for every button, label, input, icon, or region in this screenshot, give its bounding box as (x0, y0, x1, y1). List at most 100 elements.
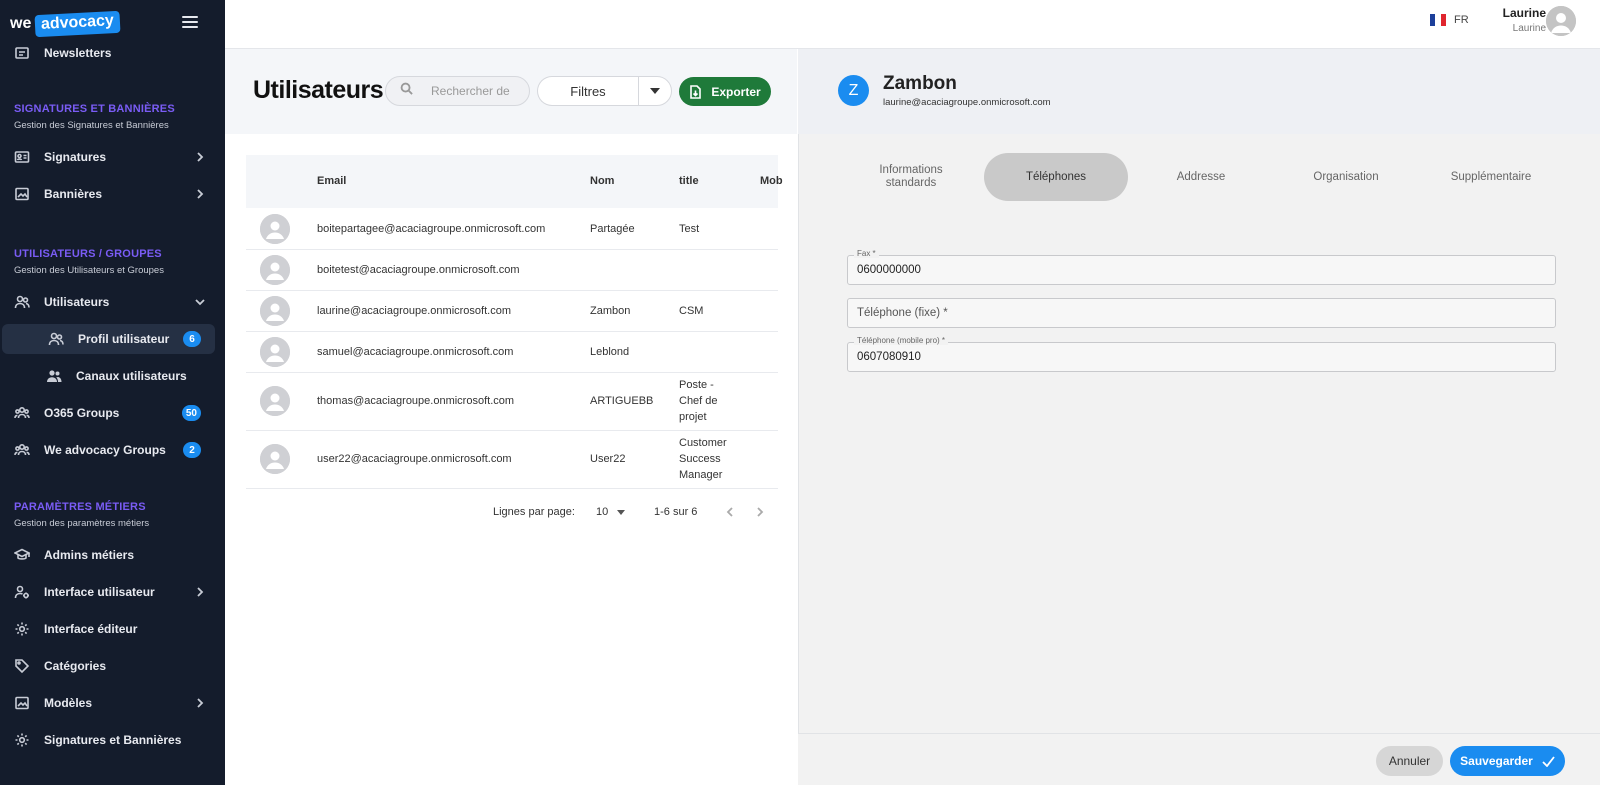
sidebar-item-bannieres[interactable]: Bannières (0, 179, 225, 209)
user-menu[interactable]: Laurine Laurine (1490, 6, 1546, 34)
sidebar-item-interface-editeur[interactable]: Interface éditeur (0, 614, 225, 644)
tab-supplementaire[interactable]: Supplémentaire (1419, 153, 1563, 201)
sidebar-item-admins-metiers[interactable]: Admins métiers (0, 540, 225, 570)
telephone-mobile-field[interactable]: Téléphone (mobile pro) * (847, 336, 1556, 372)
telephone-fixe-input[interactable] (857, 307, 1537, 319)
sidebar-item-label: Profil utilisateur (78, 332, 170, 346)
users-table: Email Nom title Mob boitepartagee@acacia… (246, 155, 783, 489)
tab-telephones[interactable]: Téléphones (984, 153, 1128, 201)
fax-field-label: Fax * (854, 249, 879, 258)
chevron-right-icon (195, 188, 205, 199)
row-email: user22@acaciagroupe.onmicrosoft.com (317, 453, 512, 465)
filters-dropdown-button[interactable] (638, 76, 672, 106)
count-badge: 50 (181, 405, 201, 421)
column-header-title[interactable]: title (679, 175, 699, 187)
table-row[interactable]: thomas@acaciagroupe.onmicrosoft.com ARTI… (246, 373, 778, 431)
row-email: laurine@acaciagroupe.onmicrosoft.com (317, 305, 511, 317)
telephone-fixe-field[interactable] (847, 298, 1556, 328)
row-avatar (260, 296, 290, 326)
user-name: Laurine (1502, 6, 1546, 20)
filters-button[interactable]: Filtres (537, 76, 638, 106)
row-avatar (260, 214, 290, 244)
export-button[interactable]: Exporter (679, 77, 771, 106)
sidebar-item-label: Modèles (44, 696, 93, 710)
tab-label: Informations standards (879, 164, 943, 189)
table-row[interactable]: laurine@acaciagroupe.onmicrosoft.com Zam… (246, 291, 778, 332)
row-nom: Zambon (590, 305, 631, 317)
column-header-nom[interactable]: Nom (590, 175, 614, 187)
row-title-line: Manager (679, 469, 723, 481)
caret-down-icon (650, 88, 660, 94)
search-input[interactable] (431, 84, 517, 98)
section-subtitle-parametres: Gestion des paramètres métiers (14, 518, 150, 529)
row-nom: User22 (590, 453, 626, 465)
row-avatar (260, 255, 290, 285)
template-icon (14, 695, 30, 711)
rows-per-page-value: 10 (596, 506, 609, 518)
next-page-icon[interactable] (754, 506, 766, 518)
table-row[interactable]: samuel@acaciagroupe.onmicrosoft.com Lebl… (246, 332, 778, 373)
telephone-mobile-input[interactable] (857, 351, 1537, 363)
user-avatar[interactable] (1546, 6, 1576, 36)
sidebar-item-label: Signatures et Bannières (44, 733, 182, 747)
section-subtitle-signatures: Gestion des Signatures et Bannières (14, 120, 169, 131)
row-email: boitetest@acaciagroupe.onmicrosoft.com (317, 264, 520, 276)
tab-informations-standards[interactable]: Informations standards (839, 153, 983, 201)
chevron-right-icon (195, 151, 205, 162)
logo-we-text: we (10, 15, 32, 32)
sidebar-item-utilisateurs[interactable]: Utilisateurs (0, 287, 225, 317)
sidebar-item-signatures[interactable]: Signatures (0, 142, 225, 172)
row-title: CSM (679, 305, 704, 317)
sidebar-item-categories[interactable]: Catégories (0, 651, 225, 681)
sidebar-item-weadvocacy-groups[interactable]: We advocacy Groups 2 (0, 435, 225, 465)
chevron-right-icon (195, 586, 205, 597)
newsletter-icon (14, 45, 30, 61)
pagination-range: 1-6 sur 6 (654, 506, 698, 518)
row-avatar (260, 337, 290, 367)
users-icon (48, 331, 64, 347)
search-box[interactable] (385, 76, 530, 106)
sidebar-item-signatures-bannieres[interactable]: Signatures et Bannières (0, 725, 225, 755)
export-label: Exporter (711, 84, 761, 99)
sidebar-item-canaux-utilisateurs[interactable]: Canaux utilisateurs (0, 361, 225, 391)
row-title-line: projet (679, 411, 707, 423)
groups-icon (14, 442, 30, 458)
sidebar-item-o365-groups[interactable]: O365 Groups 50 (0, 398, 225, 428)
tab-addresse[interactable]: Addresse (1129, 153, 1273, 201)
fax-input[interactable] (857, 264, 1537, 276)
row-avatar (260, 444, 290, 474)
sidebar-item-modeles[interactable]: Modèles (0, 688, 225, 718)
france-flag-icon (1430, 14, 1446, 26)
table-row[interactable]: boitepartagee@acaciagroupe.onmicrosoft.c… (246, 208, 778, 250)
sidebar-item-label: Catégories (44, 659, 107, 673)
table-row[interactable]: user22@acaciagroupe.onmicrosoft.com User… (246, 431, 778, 489)
menu-burger-icon[interactable] (182, 16, 198, 30)
column-header-mob[interactable]: Mob (760, 175, 783, 187)
user-group-icon (46, 368, 62, 384)
tag-icon (14, 658, 30, 674)
column-header-email[interactable]: Email (317, 175, 346, 187)
sidebar-item-label: Signatures (44, 150, 107, 164)
rows-per-page-select[interactable]: 10 (596, 506, 626, 518)
row-nom: Partagée (590, 223, 635, 235)
graduation-cap-icon (14, 547, 30, 563)
check-icon (1542, 755, 1555, 767)
previous-page-icon[interactable] (724, 506, 736, 518)
row-email: samuel@acaciagroupe.onmicrosoft.com (317, 346, 514, 358)
tab-organisation[interactable]: Organisation (1274, 153, 1418, 201)
sidebar-item-newsletters[interactable]: Newsletters (0, 38, 225, 68)
logo-advocacy-text: advocacy (34, 10, 121, 38)
table-row[interactable]: boitetest@acaciagroupe.onmicrosoft.com (246, 250, 778, 291)
table-header: Email Nom title Mob (246, 155, 783, 208)
language-selector[interactable]: FR (1430, 14, 1469, 26)
sidebar-item-label: Interface utilisateur (44, 585, 155, 599)
language-label: FR (1454, 14, 1469, 26)
brand-logo[interactable]: we advocacy (10, 10, 121, 38)
sidebar-item-profil-utilisateur[interactable]: Profil utilisateur 6 (2, 324, 215, 354)
save-button[interactable]: Sauvegarder (1450, 746, 1565, 776)
cancel-button[interactable]: Annuler (1376, 746, 1443, 776)
sidebar-item-interface-utilisateur[interactable]: Interface utilisateur (0, 577, 225, 607)
gear-icon (14, 732, 30, 748)
fax-field[interactable]: Fax * (847, 249, 1556, 285)
detail-user-name: Zambon (883, 73, 957, 94)
